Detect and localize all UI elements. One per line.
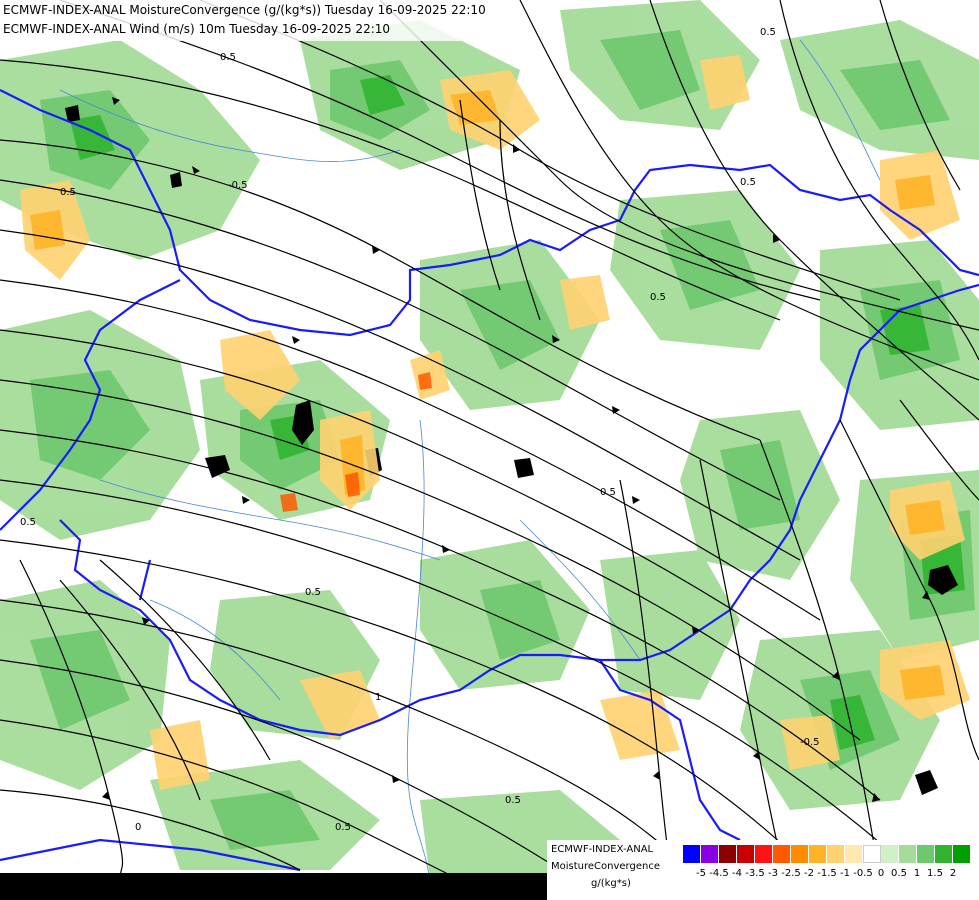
contour-label: -0.5 <box>800 737 820 748</box>
legend-swatch <box>737 845 755 863</box>
legend-tick: -4.5 <box>709 868 729 879</box>
legend-tick-labels: -5 -4.5 -4 -3.5 -3 -2.5 -2 -1.5 -1 -0.5 0 0.5 1 1.5 2 <box>683 868 979 882</box>
contour-label: 0.5 <box>760 27 776 38</box>
contour-label: 0 <box>135 822 141 833</box>
legend-swatch <box>935 845 953 863</box>
legend-swatch <box>827 845 845 863</box>
contour-label: 0.5 <box>505 795 521 806</box>
legend-color-scale <box>683 845 971 863</box>
legend-swatch <box>719 845 737 863</box>
title-line-moisture: ECMWF-INDEX-ANAL MoistureConvergence (g/… <box>3 3 486 17</box>
legend-swatch <box>953 845 971 863</box>
legend-tick: -2.5 <box>781 868 801 879</box>
legend-tick: -2 <box>804 868 814 879</box>
contour-label: 0.5 <box>600 487 616 498</box>
contour-label: 0.5 <box>20 517 36 528</box>
legend-tick: -3.5 <box>745 868 765 879</box>
legend-swatch <box>881 845 899 863</box>
legend-tick: -1.5 <box>817 868 837 879</box>
contour-label: 1 <box>375 692 381 703</box>
contour-label: 0.5 <box>650 292 666 303</box>
contour-label: 0.5 <box>60 187 76 198</box>
legend-swatch <box>683 845 701 863</box>
legend-swatch <box>701 845 719 863</box>
legend-tick: -4 <box>732 868 742 879</box>
legend-swatch <box>845 845 863 863</box>
contour-label: 0.5 <box>220 52 236 63</box>
legend-variable: MoistureConvergence <box>551 861 660 872</box>
map-title: ECMWF-INDEX-ANAL MoistureConvergence (g/… <box>0 0 492 41</box>
legend-swatch <box>791 845 809 863</box>
contour-label: -0.5 <box>228 180 248 191</box>
legend-tick: -0.5 <box>853 868 873 879</box>
legend-swatch <box>917 845 935 863</box>
legend-tick: -3 <box>768 868 778 879</box>
contour-label: 0.5 <box>335 822 351 833</box>
legend-tick: 2 <box>949 868 957 879</box>
contour-label: 0.5 <box>305 587 321 598</box>
legend-tick: 1.5 <box>927 868 943 879</box>
legend-model: ECMWF-INDEX-ANAL <box>551 844 654 855</box>
legend-swatch <box>899 845 917 863</box>
legend-swatch <box>755 845 773 863</box>
map-edge-strip <box>0 873 547 900</box>
legend-tick: -1 <box>840 868 850 879</box>
legend-swatch <box>773 845 791 863</box>
legend-tick: -5 <box>696 868 706 879</box>
color-legend: ECMWF-INDEX-ANAL MoistureConvergence g/(… <box>547 840 979 900</box>
weather-map: 0.5 0.5 -0.5 0.5 0.5 0.5 0.5 0.5 1 0.5 -… <box>0 0 979 900</box>
legend-swatch <box>863 845 881 863</box>
legend-tick: 0 <box>877 868 885 879</box>
legend-unit: g/(kg*s) <box>591 878 631 889</box>
legend-swatch <box>809 845 827 863</box>
legend-tick: 0.5 <box>891 868 907 879</box>
title-line-wind: ECMWF-INDEX-ANAL Wind (m/s) 10m Tuesday … <box>3 22 391 36</box>
legend-tick: 1 <box>913 868 921 879</box>
contour-label: 0.5 <box>740 177 756 188</box>
